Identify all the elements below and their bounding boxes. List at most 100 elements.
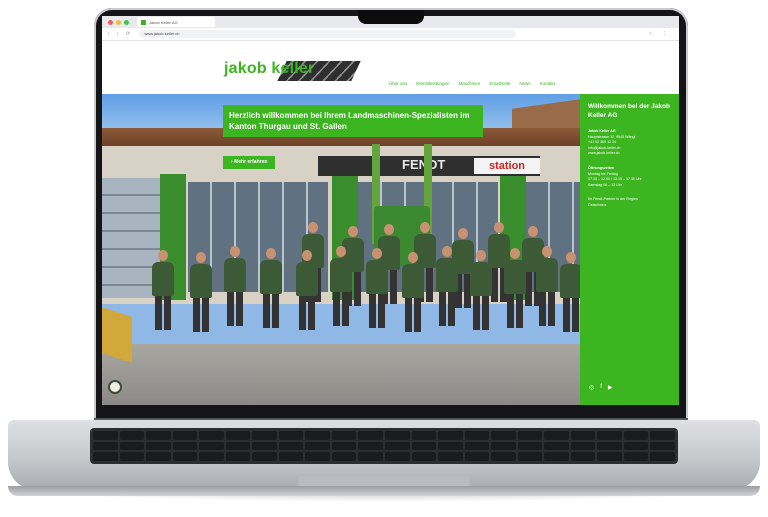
team-member-figure [260, 248, 282, 328]
keyboard-key [119, 431, 145, 440]
team-member-figure [560, 252, 580, 332]
facebook-icon[interactable]: f [600, 384, 602, 391]
instagram-icon[interactable]: ◎ [589, 384, 594, 391]
keyboard-key [119, 452, 145, 461]
keyboard-key [517, 452, 543, 461]
team-member-figure [366, 248, 388, 328]
keyboard-key [464, 441, 490, 451]
menu-item[interactable]: News [519, 81, 530, 86]
keyboard-key [597, 431, 622, 440]
keyboard-key [225, 431, 251, 440]
keyboard-key [438, 441, 463, 451]
keyboard-key [650, 431, 675, 440]
site-header: jakob keller Über uns Dienstleistungen M… [102, 41, 679, 94]
keyboard-key [517, 441, 543, 451]
youtube-icon[interactable]: ▶ [608, 384, 613, 391]
keyboard-key [199, 441, 224, 451]
keyboard-key [358, 441, 383, 451]
menu-item[interactable]: Kontakt [540, 81, 555, 86]
keyboard-key [172, 441, 198, 451]
keyboard-key [252, 431, 277, 440]
main-menu: Über uns Dienstleistungen Maschinen Ersa… [389, 81, 555, 86]
keyboard-key [172, 452, 198, 461]
keyboard-key [384, 431, 410, 440]
keyboard-key [146, 452, 171, 461]
team-member-figure [190, 252, 212, 332]
browser-tools[interactable]: ☆ ⋮ [648, 31, 671, 37]
team-member-figure [224, 246, 246, 326]
keyboard-key [225, 452, 251, 461]
sidebar-heading: Willkommen bei der Jakob Keller AG [588, 103, 670, 119]
keyboard-key [544, 431, 569, 440]
keyboard-key [331, 431, 357, 440]
keyboard-key [172, 431, 198, 440]
keyboard-key [278, 452, 304, 461]
keyboard-key [464, 452, 490, 461]
hero-cta-button[interactable]: › Mehr erfahren [223, 156, 276, 169]
info-sidebar: Willkommen bei der Jakob Keller AG Jakob… [580, 94, 679, 405]
menu-item[interactable]: Maschinen [459, 81, 481, 86]
team-member-figure [536, 246, 558, 326]
keyboard-key [438, 431, 463, 440]
team-member-figure [436, 246, 458, 326]
keyboard-key [491, 441, 516, 451]
keyboard-key [411, 441, 437, 451]
keyboard-key [411, 452, 437, 461]
keyboard [90, 428, 678, 464]
keyboard-key [570, 441, 596, 451]
hero-team [152, 222, 580, 372]
keyboard-key [252, 452, 277, 461]
menu-item[interactable]: Über uns [389, 81, 407, 86]
menu-item[interactable]: Ersatzteile [489, 81, 510, 86]
keyboard-key [384, 441, 410, 451]
cookie-settings-icon[interactable] [108, 380, 122, 394]
address-bar-row: ‹ › ⟳ www.jakob-keller.ch ☆ ⋮ [102, 28, 679, 41]
keyboard-key [331, 452, 357, 461]
hours-block: Öffnungszeiten Montag bis Freitag 07.30 … [588, 166, 671, 188]
keyboard-key [517, 431, 543, 440]
hero-sign-station: station [474, 158, 540, 174]
keyboard-key [93, 441, 118, 451]
keyboard-key [597, 452, 622, 461]
keyboard-key [225, 441, 251, 451]
keyboard-key [199, 452, 224, 461]
hero-ramp [102, 307, 132, 363]
minimize-window-button[interactable] [116, 19, 121, 25]
team-member-figure [330, 246, 352, 326]
keyboard-key [384, 452, 410, 461]
keyboard-key [411, 431, 437, 440]
keyboard-key [491, 452, 516, 461]
keyboard-key [278, 431, 304, 440]
contact-block: Jakob Keller AG Hauptstrasse 12, 9545 Wä… [588, 129, 671, 157]
logo-text: jakob keller [224, 60, 315, 77]
hours-line: Samstag 08 – 12 Uhr [588, 182, 622, 187]
browser-tab[interactable]: Jakob Keller AG [137, 17, 215, 27]
keyboard-key [623, 452, 649, 461]
keyboard-key [570, 431, 596, 440]
laptop-front-lip [8, 486, 760, 496]
keyboard-key [597, 441, 622, 451]
keyboard-key [199, 431, 224, 440]
maximize-window-button[interactable] [124, 19, 129, 25]
close-window-button[interactable] [108, 19, 113, 25]
arrow-right-icon: › [231, 159, 233, 165]
browser-tab-title: Jakob Keller AG [149, 19, 178, 25]
window-controls [108, 19, 129, 25]
keyboard-key [305, 452, 330, 461]
hero-cta-label: Mehr erfahren [234, 159, 268, 165]
keyboard-key [305, 431, 330, 440]
hero-title: Herzlich willkommen bei Ihrem Landmaschi… [223, 105, 483, 137]
keyboard-key [358, 452, 383, 461]
keyboard-key [544, 441, 569, 451]
screen: Jakob Keller AG ‹ › ⟳ www.jakob-keller.c… [102, 16, 679, 405]
nav-buttons[interactable]: ‹ › ⟳ [108, 31, 133, 37]
keyboard-key [146, 441, 171, 451]
note-line: Ostschweiz [588, 202, 607, 207]
logo[interactable]: jakob keller [224, 58, 361, 84]
menu-item[interactable]: Dienstleistungen [416, 81, 449, 86]
url-field[interactable]: www.jakob-keller.ch [139, 30, 517, 38]
contact-line[interactable]: www.jakob-keller.ch [588, 151, 671, 157]
keyboard-key [623, 431, 649, 440]
keyboard-key [252, 441, 277, 451]
keyboard-key [570, 452, 596, 461]
